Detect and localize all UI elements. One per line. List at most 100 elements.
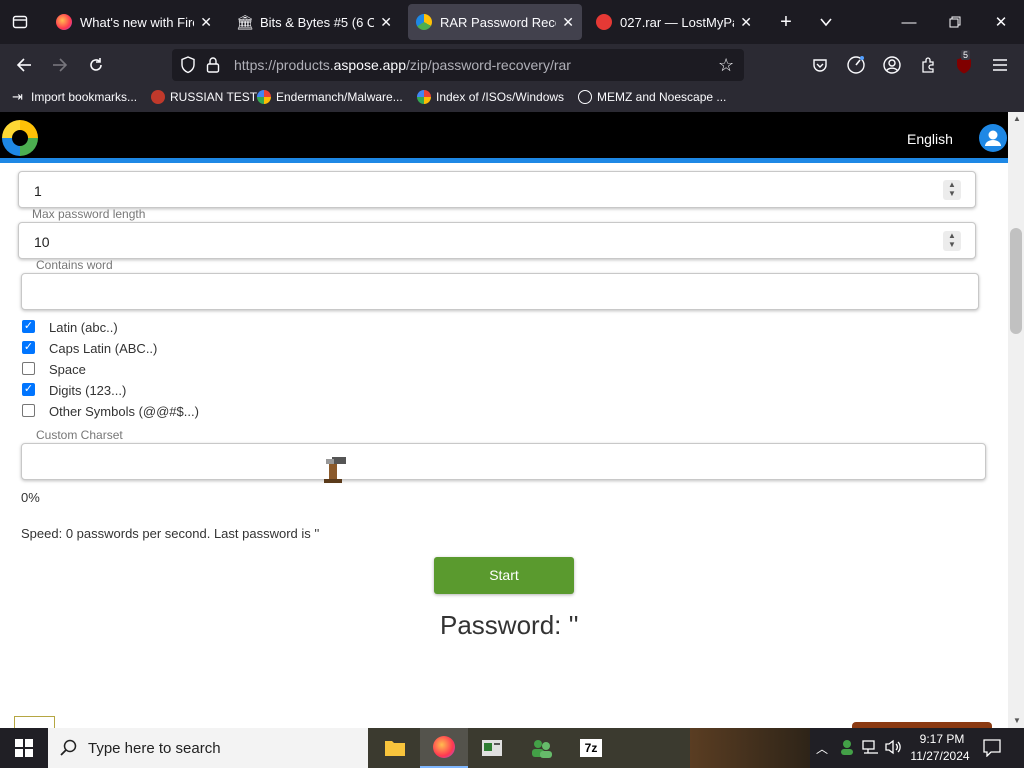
scrollbar-thumb[interactable] — [1010, 228, 1022, 334]
windows-start-icon[interactable] — [0, 728, 48, 768]
bookmark-index-isos[interactable]: Index of /ISOs/Windows — [417, 90, 564, 104]
clock-time[interactable]: 9:17 PM — [912, 732, 972, 746]
people-app-icon[interactable] — [518, 728, 566, 768]
bookmark-label: RUSSIAN TEST — [170, 90, 258, 104]
url-text[interactable]: https://products.aspose.app/zip/password… — [234, 57, 571, 73]
url-path: /zip/password-recovery/rar — [406, 57, 571, 73]
extension-badge: 5 — [961, 50, 971, 60]
volume-icon[interactable] — [884, 739, 902, 760]
cursor-pet-icon — [320, 453, 348, 490]
network-icon[interactable] — [862, 739, 880, 760]
bookmark-label: Endermanch/Malware... — [276, 90, 403, 104]
aspose-icon — [416, 14, 432, 30]
firefox-icon — [56, 14, 72, 30]
bookmark-memz[interactable]: MEMZ and Noescape ... — [578, 90, 726, 104]
language-selector[interactable]: English — [907, 131, 953, 147]
caps-latin-checkbox[interactable]: ✓ — [22, 341, 35, 354]
chevron-up-icon[interactable]: ︿ — [816, 740, 828, 757]
7zip-icon[interactable]: 7z — [567, 728, 615, 768]
reload-icon[interactable] — [84, 53, 108, 77]
number-stepper[interactable]: ▲ ▼ — [943, 231, 961, 251]
pocket-icon[interactable] — [808, 53, 832, 77]
custom-charset-input[interactable] — [21, 443, 986, 480]
url-bar[interactable]: https://products.aspose.app/zip/password… — [172, 49, 744, 81]
close-tab-icon[interactable]: ✕ — [562, 14, 574, 31]
browser-tab-bar: What's new with Firefox ✕ 🏛 Bits & Bytes… — [0, 0, 1024, 44]
taskbar-search-box[interactable]: Type here to search — [48, 728, 368, 768]
search-placeholder: Type here to search — [88, 740, 221, 757]
menu-icon[interactable] — [988, 53, 1012, 77]
close-window-button[interactable]: ✕ — [978, 0, 1024, 44]
close-tab-icon[interactable]: ✕ — [200, 14, 212, 31]
ublock-origin-icon[interactable]: 5 — [952, 50, 976, 77]
notifications-icon[interactable] — [983, 739, 1001, 762]
navigation-toolbar: https://products.aspose.app/zip/password… — [0, 44, 1024, 86]
bookmarks-toolbar: ⇥ Import bookmarks... RUSSIAN TEST Ender… — [0, 86, 1024, 112]
aspose-logo[interactable] — [2, 120, 38, 156]
custom-charset-label: Custom Charset — [36, 428, 123, 442]
url-domain: aspose.app — [333, 57, 407, 73]
tab-bits-bytes[interactable]: 🏛 Bits & Bytes #5 (6 CD S ✕ — [228, 4, 400, 40]
new-tab-icon[interactable]: + — [774, 10, 798, 34]
bookmark-star-icon[interactable]: ☆ — [718, 55, 734, 76]
bookmark-label: MEMZ and Noescape ... — [597, 90, 727, 104]
google-icon — [257, 90, 271, 104]
other-symbols-checkbox[interactable] — [22, 404, 35, 417]
chevron-down-icon[interactable] — [814, 10, 838, 34]
file-explorer-icon[interactable] — [371, 728, 419, 768]
web-page: English 1 ▲ ▼ Max password length 10 ▲ ▼ C… — [0, 112, 1024, 728]
password-result-text: Password: '' — [440, 610, 579, 640]
speed-dial-icon[interactable] — [844, 53, 868, 77]
shield-icon[interactable] — [180, 56, 196, 79]
close-tab-icon[interactable]: ✕ — [380, 14, 392, 31]
back-icon[interactable] — [12, 53, 36, 77]
site-header: English — [0, 112, 1008, 163]
tab-title: What's new with Firefox — [80, 14, 194, 30]
network-user-icon[interactable] — [838, 738, 856, 761]
start-button[interactable]: Start — [434, 557, 574, 594]
tab-title: RAR Password Recover — [440, 14, 556, 30]
bookmark-russian-test[interactable]: RUSSIAN TEST — [151, 90, 257, 104]
restore-button[interactable] — [932, 0, 978, 44]
forward-icon[interactable] — [48, 53, 72, 77]
bookmark-import[interactable]: ⇥ Import bookmarks... — [12, 90, 137, 104]
space-checkbox-label: Space — [49, 362, 86, 377]
progress-text: 0% — [21, 490, 40, 505]
account-icon[interactable] — [880, 53, 904, 77]
corner-widget[interactable] — [14, 716, 55, 728]
latin-checkbox[interactable]: ✓ — [22, 320, 35, 333]
space-checkbox[interactable] — [22, 362, 35, 375]
windows-taskbar: Type here to search 7z ︿ 9:17 PM 11/27/2… — [0, 728, 1024, 768]
tab-lostmypass[interactable]: 027.rar — LostMyPass ✕ — [588, 4, 760, 40]
app-window-icon[interactable] — [468, 728, 516, 768]
tab-rar-password-recovery[interactable]: RAR Password Recover ✕ — [408, 4, 582, 40]
tab-title: Bits & Bytes #5 (6 CD S — [260, 14, 375, 30]
url-prefix: https://products. — [234, 57, 334, 73]
page-scrollbar[interactable]: ▲ ▼ — [1008, 112, 1024, 728]
archive-icon: 🏛 — [236, 14, 254, 30]
user-icon[interactable] — [979, 124, 1007, 152]
close-tab-icon[interactable]: ✕ — [740, 14, 752, 31]
min-password-length-input[interactable]: 1 ▲ ▼ — [18, 171, 976, 208]
lock-icon[interactable] — [206, 56, 220, 79]
digits-checkbox[interactable]: ✓ — [22, 383, 35, 396]
bookmark-endermanch[interactable]: Endermanch/Malware... — [257, 90, 403, 104]
tab-whats-new[interactable]: What's new with Firefox ✕ — [48, 4, 220, 40]
contains-word-input[interactable] — [21, 273, 979, 310]
clock-date[interactable]: 11/27/2024 — [908, 749, 972, 763]
digits-checkbox-label: Digits (123...) — [49, 383, 127, 398]
search-icon — [60, 739, 78, 762]
google-icon — [417, 90, 431, 104]
lostmypass-icon — [596, 14, 612, 30]
caps-latin-checkbox-label: Caps Latin (ABC..) — [49, 341, 158, 356]
max-password-length-input[interactable]: 10 ▲ ▼ — [18, 222, 976, 259]
bookmark-label: Import bookmarks... — [31, 90, 138, 104]
list-all-tabs-icon[interactable] — [8, 10, 32, 34]
github-icon — [151, 90, 165, 104]
other-symbols-checkbox-label: Other Symbols (@@#$...) — [49, 404, 199, 419]
number-stepper[interactable]: ▲ ▼ — [943, 180, 961, 200]
max-password-length-value: 10 — [34, 234, 50, 250]
firefox-taskbar-icon[interactable] — [420, 728, 468, 768]
extensions-icon[interactable] — [916, 53, 940, 77]
minimize-button[interactable]: — — [886, 0, 932, 44]
